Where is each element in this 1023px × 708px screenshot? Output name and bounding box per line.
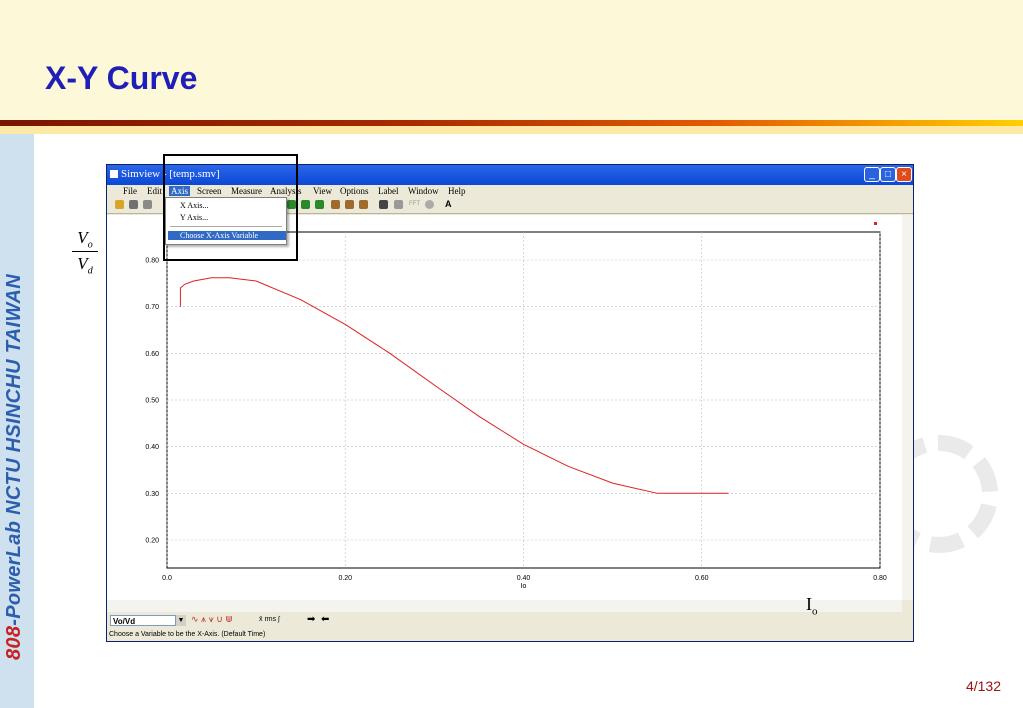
app-icon — [110, 170, 118, 178]
ratio-denominator-sub: d — [87, 265, 93, 277]
plot-area[interactable]: 0.0 0.20 0.40 0.60 0.80 0.20 0.30 0.40 0.50 0.60 0… — [107, 215, 902, 600]
xy-chart: 0.0 0.20 0.40 0.60 0.80 0.20 0.30 0.40 0.50 0.60 0… — [145, 222, 887, 590]
sidebar-label-text: -PowerLab NCTU HSINCHU TAIWAN — [3, 274, 25, 626]
print-icon[interactable] — [129, 200, 138, 209]
vo-vd-ratio-label: Vo Vd — [72, 228, 98, 277]
x-tick-label: 0.0 — [162, 575, 172, 582]
io-annotation: Io — [806, 594, 818, 618]
ratio-fraction-line — [72, 251, 98, 253]
bottom-toolbar: Vo/Vd ▼ ∿ ⩚ ⩛ ∪ ⋓ x̄ rms ∫ ➡ ⬅ — [107, 613, 913, 629]
arrow-right-icon[interactable]: ➡ — [307, 614, 315, 625]
sidebar-label-number: 808 — [3, 625, 25, 660]
maximize-button[interactable]: □ — [880, 167, 896, 182]
page-number: 4/132 — [965, 678, 1001, 694]
pan-y-icon[interactable] — [359, 200, 368, 209]
y-tick-label: 0.70 — [145, 304, 159, 311]
cursor-icon[interactable] — [379, 200, 388, 209]
highlight-box — [163, 154, 298, 261]
y-tick-label: 0.30 — [145, 491, 159, 498]
open-icon[interactable] — [115, 200, 124, 209]
arrow-left-icon[interactable]: ⬅ — [321, 614, 329, 625]
menu-file[interactable]: File — [123, 186, 137, 196]
zoom-in-icon[interactable] — [301, 200, 310, 209]
stop-icon[interactable] — [425, 200, 434, 209]
menu-view[interactable]: View — [313, 186, 332, 196]
cursor2-icon[interactable] — [394, 200, 403, 209]
text-button[interactable]: A — [445, 199, 452, 209]
sidebar-label: 808-PowerLab NCTU HSINCHU TAIWAN — [3, 274, 26, 660]
statistics-tools[interactable]: x̄ rms ∫ — [259, 616, 280, 623]
marker-icon — [874, 222, 877, 225]
vertical-scrollbar[interactable] — [902, 215, 913, 600]
status-bar: Choose a Variable to be the X-Axis. (Def… — [107, 629, 913, 641]
x-tick-label: 0.20 — [338, 575, 352, 582]
y-tick-label: 0.40 — [145, 444, 159, 451]
minimize-button[interactable]: _ — [864, 167, 880, 182]
chevron-down-icon[interactable]: ▼ — [176, 615, 186, 626]
y-tick-label: 0.50 — [145, 398, 159, 405]
y-tick-label: 0.60 — [145, 351, 159, 358]
ratio-numerator-sub: o — [87, 239, 93, 251]
x-tick-label: 0.60 — [695, 575, 709, 582]
x-tick-label: 0.80 — [873, 575, 887, 582]
pan-x-icon[interactable] — [345, 200, 354, 209]
menu-window[interactable]: Window — [408, 186, 439, 196]
y-tick-label: 0.20 — [145, 538, 159, 545]
status-text: Choose a Variable to be the X-Axis. (Def… — [109, 631, 266, 638]
zoom-out-icon[interactable] — [315, 200, 324, 209]
copy-icon[interactable] — [143, 200, 152, 209]
menu-edit[interactable]: Edit — [147, 186, 162, 196]
menu-options[interactable]: Options — [340, 186, 369, 196]
close-button[interactable]: × — [896, 167, 912, 182]
ratio-numerator: V — [77, 228, 88, 247]
y-tick-label: 0.80 — [145, 258, 159, 265]
fft-button[interactable]: FFT — [409, 201, 420, 207]
io-sub: o — [812, 605, 818, 618]
slide-title: X-Y Curve — [45, 60, 198, 96]
header-rule-light — [0, 126, 1023, 134]
ratio-denominator: V — [77, 254, 88, 274]
variable-select[interactable]: Vo/Vd — [110, 615, 176, 626]
series-line — [179, 277, 729, 494]
horizontal-scrollbar[interactable] — [107, 600, 902, 612]
x-axis-label: Io — [521, 583, 527, 590]
waveform-tools-icon[interactable]: ∿ ⩚ ⩛ ∪ ⋓ — [191, 614, 233, 625]
menu-label[interactable]: Label — [378, 186, 399, 196]
pan-icon[interactable] — [331, 200, 340, 209]
menu-help[interactable]: Help — [448, 186, 466, 196]
x-tick-label: 0.40 — [517, 575, 531, 582]
